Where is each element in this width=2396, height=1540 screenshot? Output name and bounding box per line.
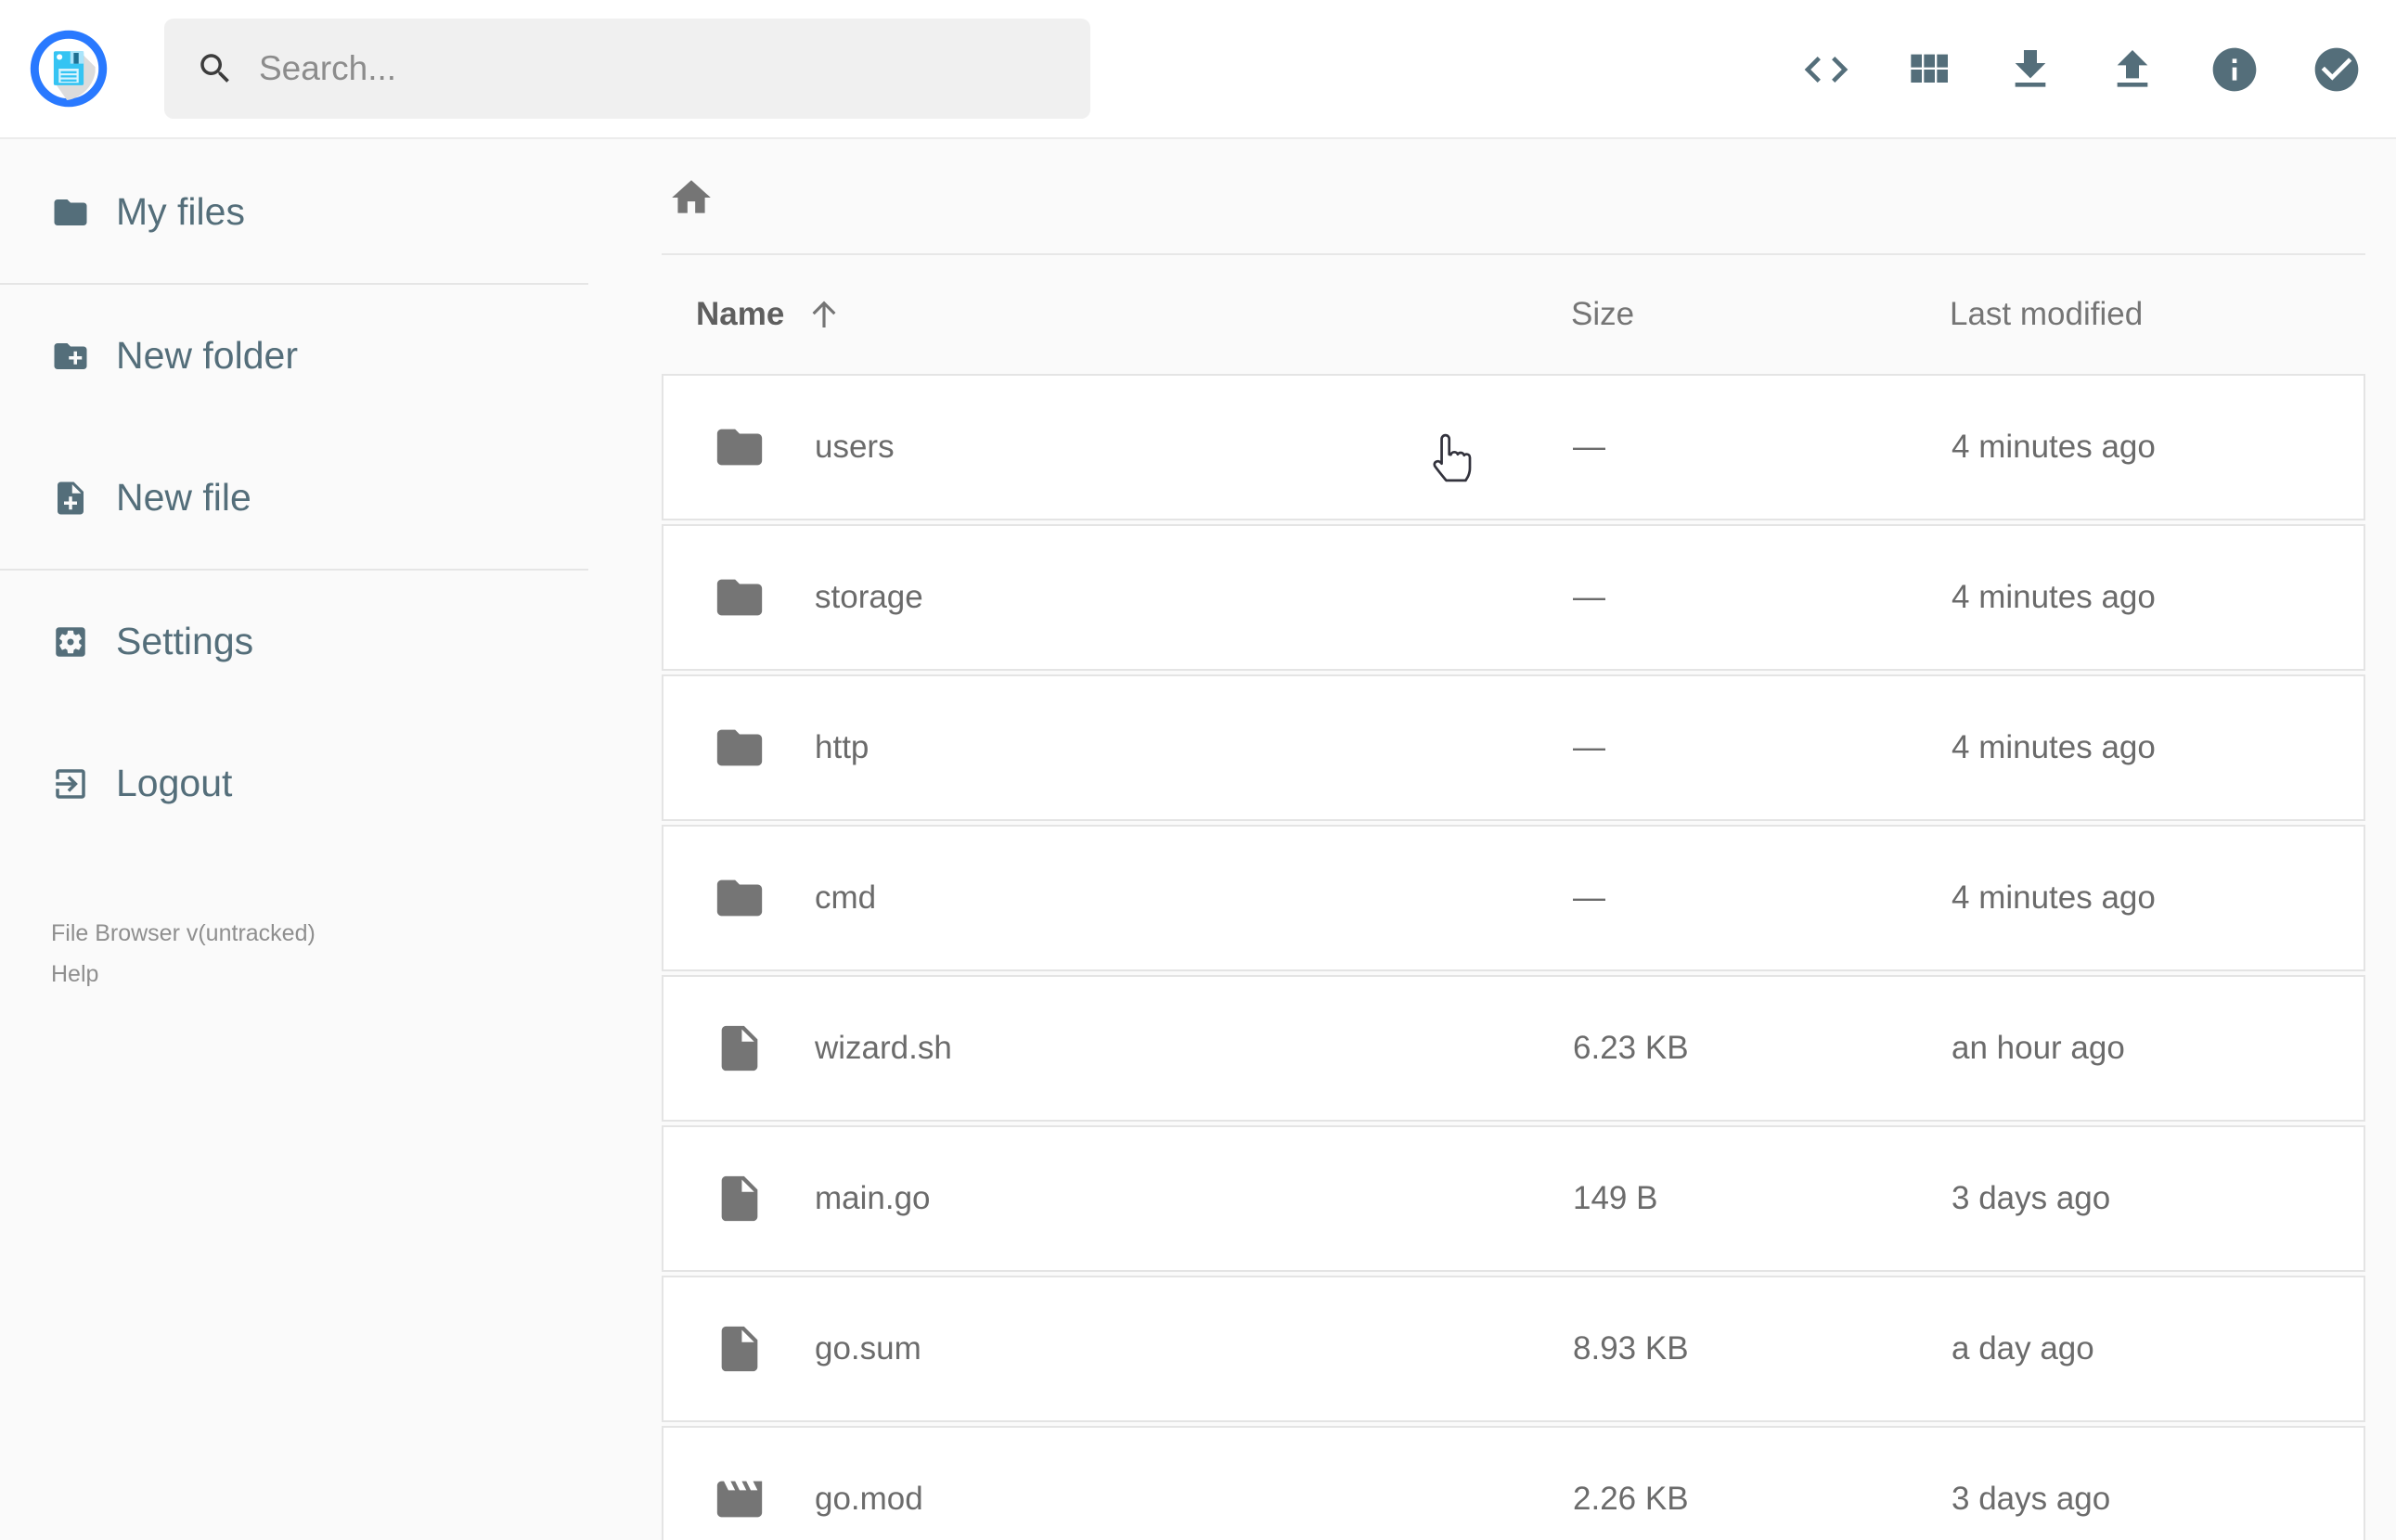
file-size: 149 B	[1573, 1180, 1658, 1216]
settings-icon	[51, 622, 90, 661]
file-name: http	[815, 729, 870, 765]
file-name: cmd	[815, 879, 877, 916]
shell-toggle-button[interactable]	[1800, 44, 1852, 96]
grid-view-icon	[1902, 44, 1954, 96]
topbar-actions	[1800, 0, 2363, 139]
folder-icon	[713, 420, 766, 474]
file-modified: 4 minutes ago	[1952, 729, 2156, 765]
file-modified: 4 minutes ago	[1952, 429, 2156, 465]
file-modified: an hour ago	[1952, 1030, 2125, 1066]
file-name: go.sum	[815, 1330, 921, 1367]
arrow-up-icon	[805, 295, 844, 334]
sidebar-item-logout[interactable]: Logout	[0, 712, 588, 854]
sidebar-item-label: Logout	[116, 762, 233, 804]
folder-icon	[713, 721, 766, 775]
file-name: storage	[815, 579, 923, 615]
sidebar-item-settings[interactable]: Settings	[0, 571, 588, 712]
file-size: —	[1573, 579, 1605, 615]
column-name-label: Name	[696, 296, 785, 332]
top-bar	[0, 0, 2396, 139]
app-version-text: File Browser v(untracked)	[51, 920, 316, 946]
file-row-main.go[interactable]: main.go 149 B 3 days ago	[662, 1125, 2365, 1272]
sidebar-item-my-files[interactable]: My files	[0, 141, 588, 283]
file-row-storage[interactable]: storage — 4 minutes ago	[662, 524, 2365, 671]
column-header-modified[interactable]: Last modified	[1950, 255, 2143, 374]
folder-icon	[713, 571, 766, 624]
file-name: go.mod	[815, 1481, 923, 1517]
file-size: 6.23 KB	[1573, 1030, 1689, 1066]
download-icon	[2004, 44, 2056, 96]
column-header-size[interactable]: Size	[1571, 255, 1634, 374]
search-box[interactable]	[164, 19, 1090, 119]
file-name: wizard.sh	[815, 1030, 952, 1066]
upload-button[interactable]	[2106, 44, 2158, 96]
file-size: 2.26 KB	[1573, 1481, 1689, 1517]
file-modified: 3 days ago	[1952, 1481, 2111, 1517]
listing-header: Name Size Last modified	[662, 255, 2365, 374]
file-icon	[713, 1172, 766, 1226]
breadcrumb	[662, 141, 2365, 253]
file-plus-icon	[51, 479, 90, 518]
file-row-go.sum[interactable]: go.sum 8.93 KB a day ago	[662, 1276, 2365, 1422]
sidebar-item-label: New folder	[116, 334, 298, 377]
upload-icon	[2106, 44, 2158, 96]
file-modified: 4 minutes ago	[1952, 579, 2156, 615]
sidebar-item-label: New file	[116, 476, 251, 519]
select-multiple-button[interactable]	[2311, 44, 2363, 96]
file-modified: a day ago	[1952, 1330, 2094, 1367]
file-row-users[interactable]: users — 4 minutes ago	[662, 374, 2365, 520]
folder-plus-icon	[51, 337, 90, 376]
folder-icon	[51, 193, 90, 232]
file-row-go.mod[interactable]: go.mod 2.26 KB 3 days ago	[662, 1426, 2365, 1540]
file-name: main.go	[815, 1180, 931, 1216]
view-mode-button[interactable]	[1902, 44, 1954, 96]
sidebar-item-new-folder[interactable]: New folder	[0, 285, 588, 427]
file-size: 8.93 KB	[1573, 1330, 1689, 1367]
folder-icon	[713, 871, 766, 925]
file-modified: 3 days ago	[1952, 1180, 2111, 1216]
info-icon	[2209, 44, 2261, 96]
sidebar-footer: File Browser v(untracked) Help	[51, 913, 316, 995]
file-row-http[interactable]: http — 4 minutes ago	[662, 674, 2365, 821]
app-logo[interactable]	[29, 29, 109, 109]
file-row-cmd[interactable]: cmd — 4 minutes ago	[662, 825, 2365, 971]
file-modified: 4 minutes ago	[1952, 879, 2156, 916]
search-input[interactable]	[235, 19, 1090, 119]
file-listing: Name Size Last modified users — 4 minute…	[662, 141, 2365, 1540]
file-icon	[713, 1021, 766, 1075]
download-button[interactable]	[2004, 44, 2056, 96]
sidebar-item-label: Settings	[116, 620, 254, 662]
column-header-name[interactable]: Name	[696, 255, 844, 374]
search-icon	[196, 49, 235, 88]
sidebar-item-new-file[interactable]: New file	[0, 427, 588, 569]
info-button[interactable]	[2209, 44, 2261, 96]
check-circle-icon	[2311, 44, 2363, 96]
code-icon	[1800, 44, 1852, 96]
movie-file-icon	[713, 1472, 766, 1526]
file-size: —	[1573, 429, 1605, 465]
help-link[interactable]: Help	[51, 954, 316, 995]
file-size: —	[1573, 729, 1605, 765]
file-row-wizard.sh[interactable]: wizard.sh 6.23 KB an hour ago	[662, 975, 2365, 1122]
file-size: —	[1573, 879, 1605, 916]
logout-icon	[51, 764, 90, 803]
file-name: users	[815, 429, 895, 465]
sidebar: My files New folder New file Settings Logout…	[0, 141, 588, 1540]
sidebar-item-label: My files	[116, 190, 245, 233]
home-button[interactable]	[668, 174, 715, 221]
file-icon	[713, 1322, 766, 1376]
